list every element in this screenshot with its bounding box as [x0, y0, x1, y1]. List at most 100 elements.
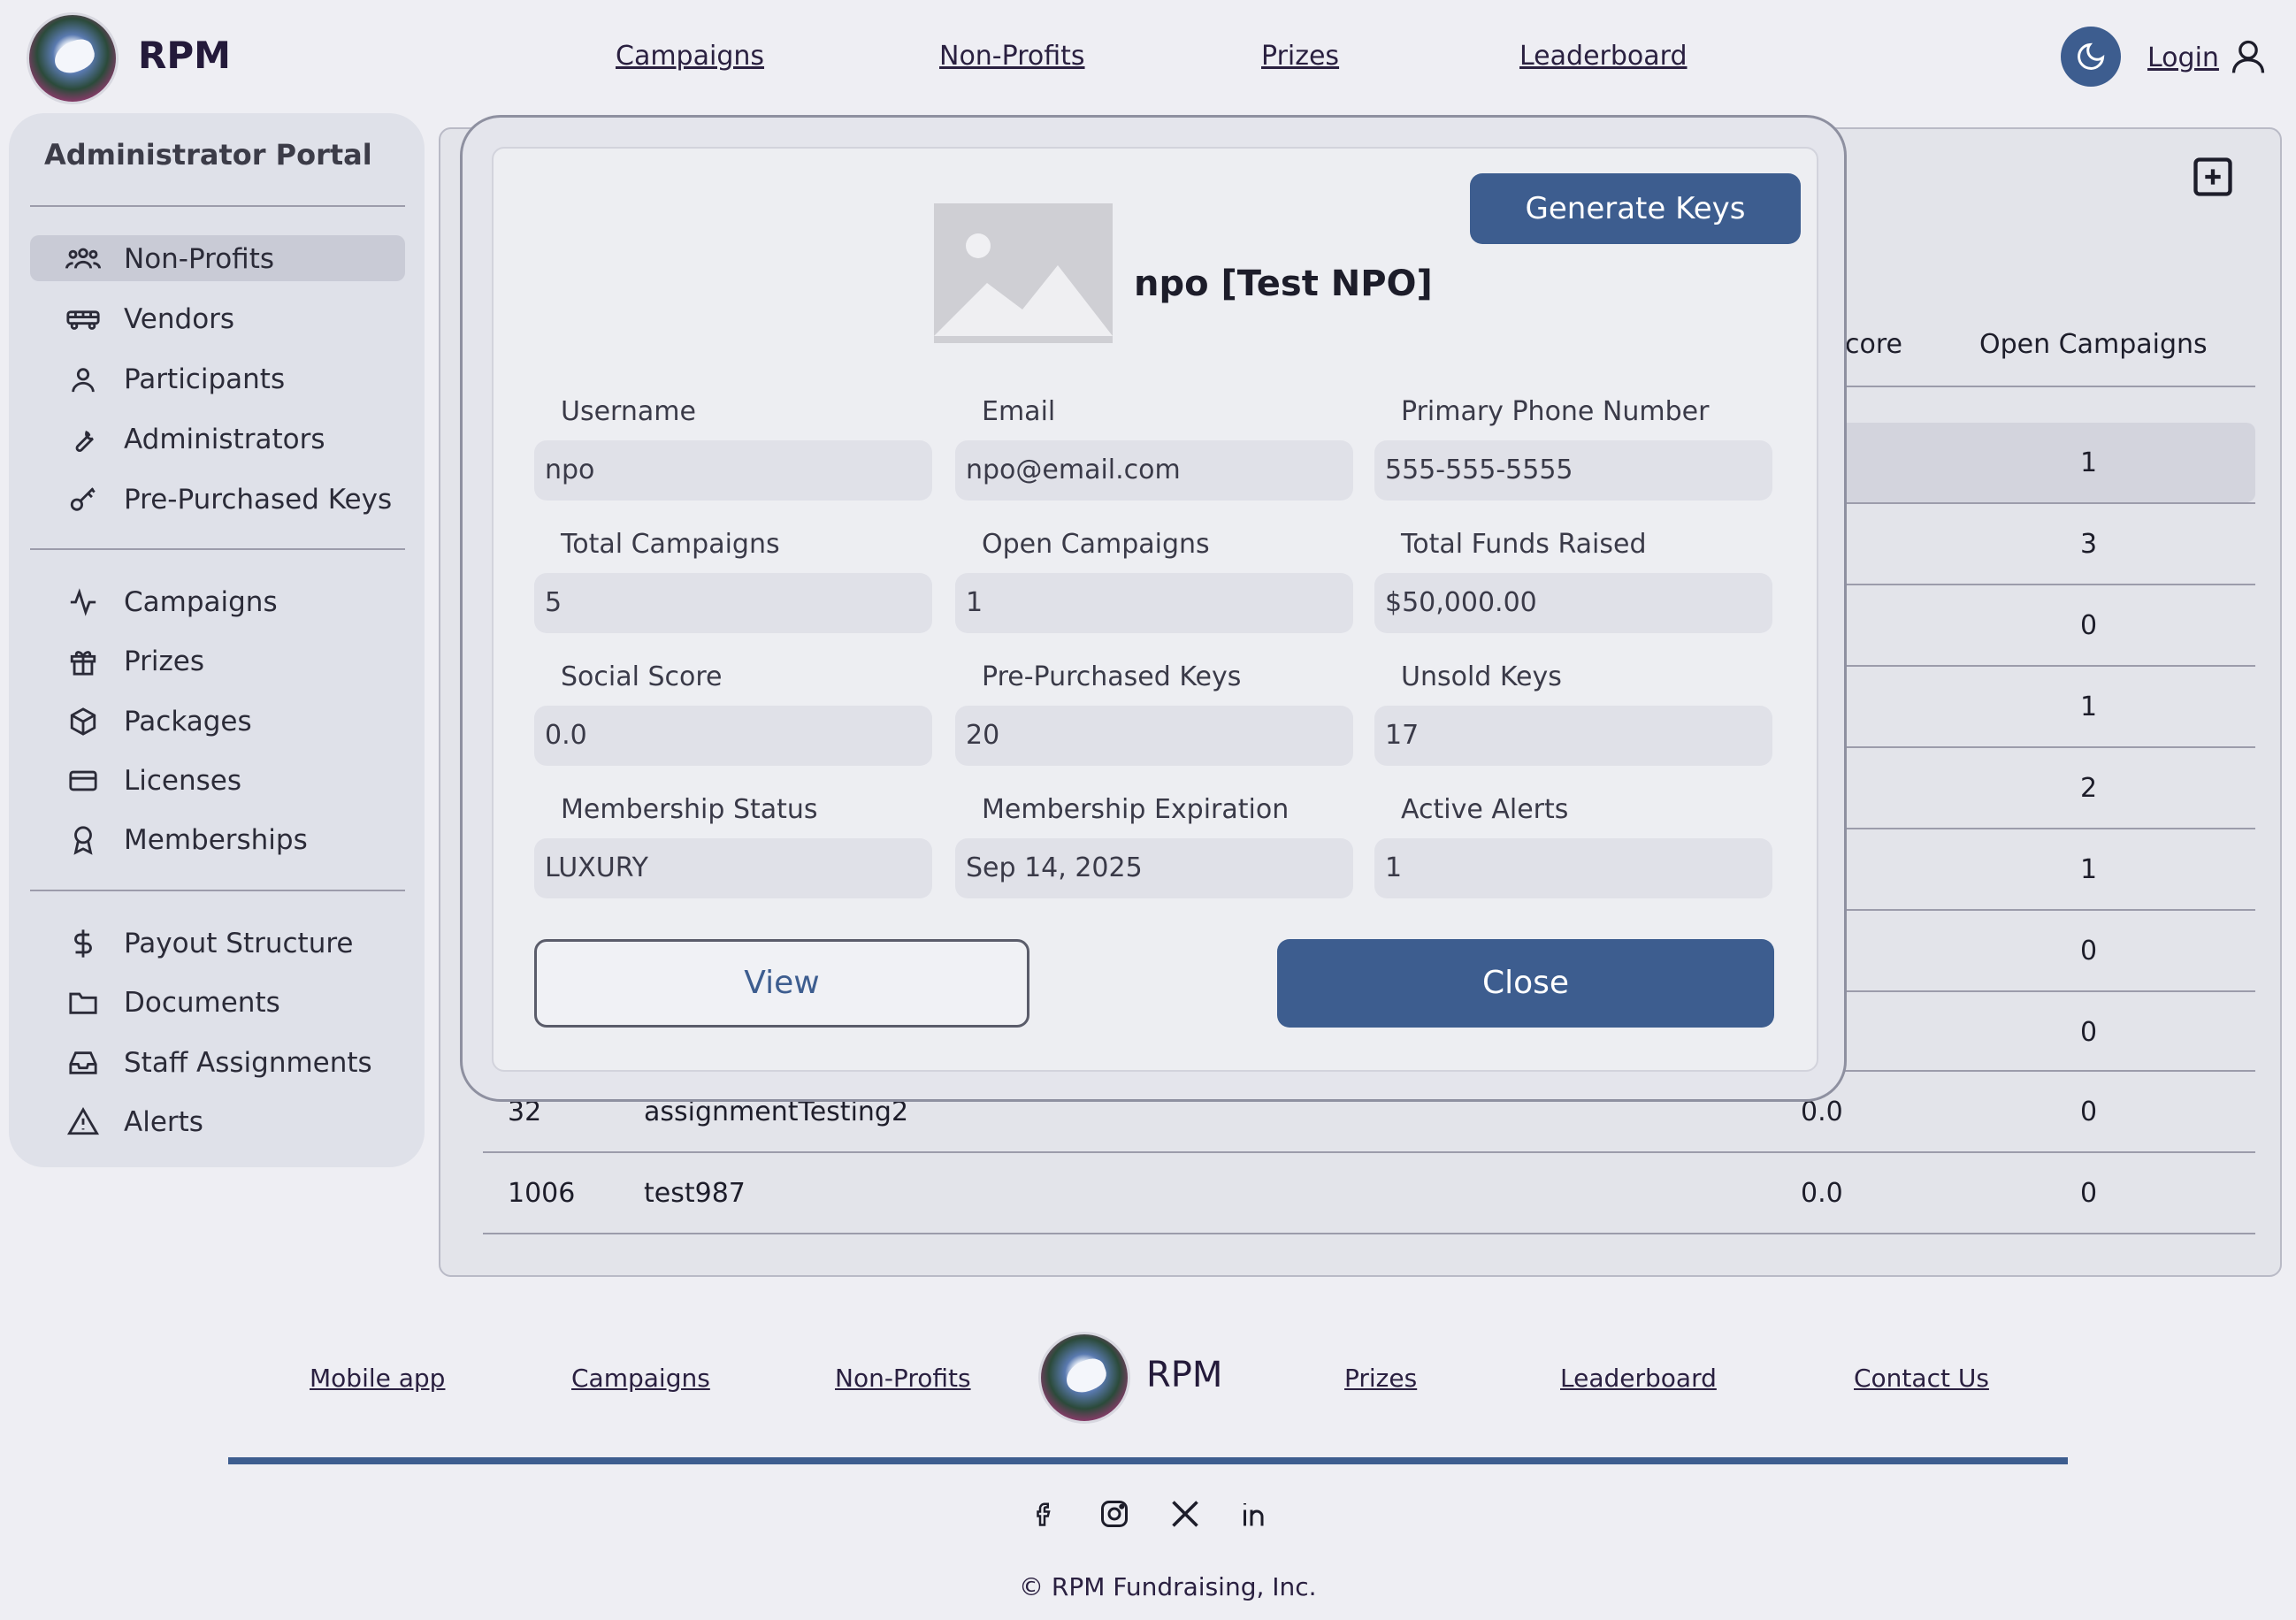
total-campaigns-field[interactable]: 5 [534, 573, 932, 633]
x-icon[interactable] [1169, 1498, 1201, 1530]
sidebar-item-vendors[interactable]: Vendors [30, 295, 405, 341]
add-plus-icon[interactable] [2190, 154, 2236, 200]
award-icon [73, 826, 93, 855]
sidebar-item-label: Alerts [124, 1106, 203, 1138]
sidebar-item-participants[interactable]: Participants [30, 355, 405, 401]
table-cell-open-campaigns: 0 [2080, 1017, 2098, 1048]
sidebar-item-alerts[interactable]: Alerts [30, 1098, 405, 1144]
pre-purchased-keys-field[interactable]: 20 [955, 706, 1353, 766]
username-field[interactable]: npo [534, 440, 932, 501]
username-label: Username [561, 396, 696, 427]
table-cell-open-campaigns: 1 [2080, 692, 2098, 722]
membership-status-label: Membership Status [561, 794, 818, 825]
sidebar-item-administrators[interactable]: Administrators [30, 416, 405, 462]
phone-label: Primary Phone Number [1401, 396, 1710, 427]
table-cell-open-campaigns: 1 [2080, 854, 2098, 885]
nav-campaigns[interactable]: Campaigns [616, 41, 764, 72]
sidebar-item-label: Vendors [124, 303, 235, 335]
user-icon[interactable] [2229, 35, 2268, 78]
sidebar-item-label: Staff Assignments [124, 1047, 372, 1079]
npo-title: npo [Test NPO] [1134, 264, 1433, 304]
sidebar-item-payout-structure[interactable]: Payout Structure [30, 920, 405, 966]
social-score-field[interactable]: 0.0 [534, 706, 932, 766]
login-link[interactable]: Login [2147, 42, 2219, 73]
inbox-icon [69, 1051, 97, 1074]
social-score-label: Social Score [561, 661, 723, 692]
sidebar-item-pre-purchased-keys[interactable]: Pre-Purchased Keys [30, 476, 405, 522]
footer-link-leaderboard[interactable]: Leaderboard [1560, 1364, 1717, 1393]
table-cell-name[interactable]: test987 [644, 1178, 746, 1209]
footer-link-non-profits[interactable]: Non-Profits [835, 1364, 971, 1393]
table-cell-open-campaigns: 0 [2080, 1097, 2098, 1127]
sidebar-item-packages[interactable]: Packages [30, 698, 405, 744]
sidebar-divider [30, 548, 405, 550]
dark-mode-toggle[interactable] [2061, 27, 2121, 87]
active-alerts-field[interactable]: 1 [1374, 838, 1772, 898]
total-funds-label: Total Funds Raised [1401, 529, 1647, 560]
moon-icon [2078, 42, 2105, 70]
membership-status-field[interactable]: LUXURY [534, 838, 932, 898]
image-placeholder-icon [934, 233, 1113, 336]
table-cell-id: 1006 [508, 1178, 576, 1209]
facebook-icon[interactable] [1031, 1498, 1058, 1530]
instagram-icon[interactable] [1098, 1498, 1130, 1530]
sidebar-title: Administrator Portal [44, 138, 372, 172]
column-header-score[interactable]: core [1845, 329, 1902, 360]
sidebar-item-label: Non-Profits [124, 243, 275, 275]
membership-expiration-label: Membership Expiration [982, 794, 1290, 825]
footer-link-mobile-app[interactable]: Mobile app [310, 1364, 445, 1393]
sidebar-item-label: Campaigns [124, 586, 278, 618]
sidebar-divider [30, 205, 405, 207]
footer-link-contact-us[interactable]: Contact Us [1854, 1364, 1989, 1393]
user-icon [72, 368, 95, 393]
sidebar-item-label: Participants [124, 363, 286, 395]
rpm-logo[interactable] [27, 12, 119, 104]
sidebar-item-non-profits[interactable]: Non-Profits [30, 235, 405, 281]
linkedin-icon[interactable] [1238, 1498, 1270, 1530]
nav-prizes[interactable]: Prizes [1261, 41, 1339, 72]
sidebar-item-label: Prizes [124, 646, 205, 677]
dollar-icon [74, 929, 92, 958]
copyright-text: © RPM Fundraising, Inc. [1019, 1572, 1317, 1601]
nav-leaderboard[interactable]: Leaderboard [1519, 41, 1688, 72]
table-cell-open-campaigns: 0 [2080, 610, 2098, 641]
sidebar-item-label: Licenses [124, 765, 242, 797]
sidebar-item-label: Payout Structure [124, 928, 354, 959]
table-cell-open-campaigns: 0 [2080, 1178, 2098, 1209]
generate-keys-button[interactable]: Generate Keys [1470, 173, 1801, 244]
footer-brand: RPM [1146, 1355, 1223, 1395]
email-field[interactable]: npo@email.com [955, 440, 1353, 501]
brand-name[interactable]: RPM [138, 34, 231, 77]
close-button[interactable]: Close [1277, 939, 1774, 1028]
credit-card-icon [69, 770, 97, 791]
key-icon [70, 487, 96, 511]
sidebar-item-memberships[interactable]: Memberships [30, 816, 405, 862]
unsold-keys-field[interactable]: 17 [1374, 706, 1772, 766]
column-header-open-campaigns[interactable]: Open Campaigns [1979, 329, 2208, 360]
sidebar-item-campaigns[interactable]: Campaigns [30, 578, 405, 624]
phone-field[interactable]: 555-555-5555 [1374, 440, 1772, 501]
sidebar-item-staff-assignments[interactable]: Staff Assignments [30, 1039, 405, 1085]
gift-icon [70, 651, 96, 676]
folder-icon [69, 992, 97, 1014]
table-cell-open-campaigns: 0 [2080, 936, 2098, 967]
footer-rpm-logo[interactable] [1038, 1332, 1130, 1424]
open-campaigns-field[interactable]: 1 [955, 573, 1353, 633]
activity-icon [70, 588, 96, 616]
sidebar-item-licenses[interactable]: Licenses [30, 757, 405, 803]
footer-link-prizes[interactable]: Prizes [1344, 1364, 1417, 1393]
footer-link-campaigns[interactable]: Campaigns [571, 1364, 710, 1393]
sidebar-item-prizes[interactable]: Prizes [30, 638, 405, 684]
nav-non-profits[interactable]: Non-Profits [939, 41, 1085, 72]
unsold-keys-label: Unsold Keys [1401, 661, 1562, 692]
table-cell-open-campaigns: 1 [2080, 447, 2098, 478]
total-funds-field[interactable]: $50,000.00 [1374, 573, 1772, 633]
membership-expiration-field[interactable]: Sep 14, 2025 [955, 838, 1353, 898]
view-button[interactable]: View [534, 939, 1029, 1028]
sidebar-item-documents[interactable]: Documents [30, 979, 405, 1025]
open-campaigns-label: Open Campaigns [982, 529, 1210, 560]
truck-icon [66, 310, 100, 330]
sidebar-item-label: Administrators [124, 424, 325, 455]
alert-triangle-icon [66, 1107, 100, 1135]
table-cell-open-campaigns: 2 [2080, 773, 2098, 804]
